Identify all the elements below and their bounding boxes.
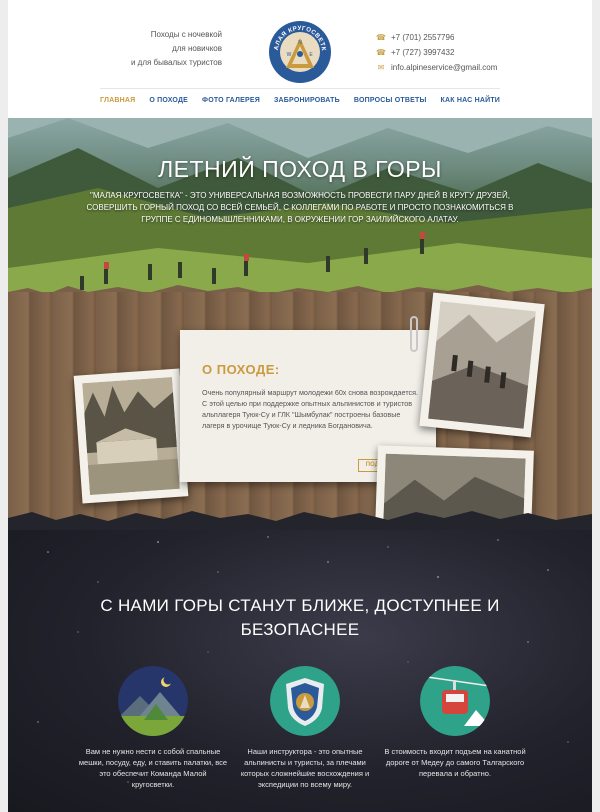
feature-text: Наши инструктора - это опытные альпинист… xyxy=(240,747,370,789)
feature-text: В стоимость входит подъем на канатной до… xyxy=(384,747,526,778)
paperclip-icon xyxy=(410,316,418,352)
phone-icon: ☎ xyxy=(376,48,386,57)
phone-1-text: +7 (701) 2557796 xyxy=(391,33,455,42)
nav-item-home[interactable]: ГЛАВНАЯ xyxy=(100,97,135,104)
photo-camp[interactable] xyxy=(73,368,189,504)
climbers-photo-image xyxy=(428,301,536,429)
page: Походы с ночевкой для новичков и для быв… xyxy=(8,0,592,812)
nav-item-booking[interactable]: ЗАБРОНИРОВАТЬ xyxy=(274,97,340,104)
compass-n: N xyxy=(298,40,302,46)
feature-item: Вам не нужно нести с собой спальные мешк… xyxy=(78,666,228,790)
mail-icon: ✉ xyxy=(377,63,385,72)
hero-description: "Малая кругосветка" - это универсальная … xyxy=(86,191,514,224)
phone-2-text: +7 (727) 3997432 xyxy=(391,48,455,57)
tent-night-icon xyxy=(118,666,188,736)
nav-item-contacts[interactable]: КАК НАС НАЙТИ xyxy=(441,97,501,104)
tagline-line: и для бывалых туристов xyxy=(130,58,222,67)
email-text: info.alpineservice@gmail.com xyxy=(391,63,498,72)
nav-item-about[interactable]: О ПОХОДЕ xyxy=(149,97,188,104)
tagline-line: для новичков xyxy=(172,44,222,53)
photo-climbers[interactable] xyxy=(419,292,545,438)
header-divider xyxy=(100,88,500,89)
about-text: Очень популярный маршрут молодежи 60х сн… xyxy=(202,388,419,430)
shield-emblem-icon xyxy=(270,666,340,736)
nav-item-gallery[interactable]: ФОТО ГАЛЕРЕЯ xyxy=(202,97,260,104)
contacts: ☎ +7 (701) 2557796 ☎ +7 (727) 3997432 ✉ … xyxy=(376,30,497,75)
camp-photo-image xyxy=(82,376,180,496)
main-nav: ГЛАВНАЯ О ПОХОДЕ ФОТО ГАЛЕРЕЯ ЗАБРОНИРОВ… xyxy=(8,97,592,104)
contact-phone-1[interactable]: ☎ +7 (701) 2557796 xyxy=(376,30,497,45)
phone-icon: ☎ xyxy=(376,33,386,42)
feature-item: Наши инструктора - это опытные альпинист… xyxy=(230,666,380,790)
feature-item: В стоимость входит подъем на канатной до… xyxy=(380,666,530,779)
site-logo[interactable]: МАЛАЯ КРУГОСВЕТКА N W E xyxy=(268,20,332,84)
compass-w: W xyxy=(287,52,292,58)
site-header: Походы с ночевкой для новичков и для быв… xyxy=(8,0,592,118)
contact-email[interactable]: ✉ info.alpineservice@gmail.com xyxy=(376,60,498,75)
tagline: Походы с ночевкой для новичков и для быв… xyxy=(131,28,222,70)
nav-item-faq[interactable]: ВОПРОСЫ ОТВЕТЫ xyxy=(354,97,427,104)
cable-car-icon xyxy=(420,666,490,736)
tagline-line: Походы с ночевкой xyxy=(150,30,222,39)
about-title: О ПОХОДЕ: xyxy=(202,362,280,377)
contact-phone-2[interactable]: ☎ +7 (727) 3997432 xyxy=(376,45,497,60)
hero-title: ЛЕТНИЙ ПОХОД В ГОРЫ xyxy=(158,156,442,182)
features-title: С НАМИ ГОРЫ СТАНУТ БЛИЖЕ, ДОСТУПНЕЕ И БЕ… xyxy=(100,596,500,639)
feature-text: Вам не нужно нести с собой спальные мешк… xyxy=(78,747,228,789)
